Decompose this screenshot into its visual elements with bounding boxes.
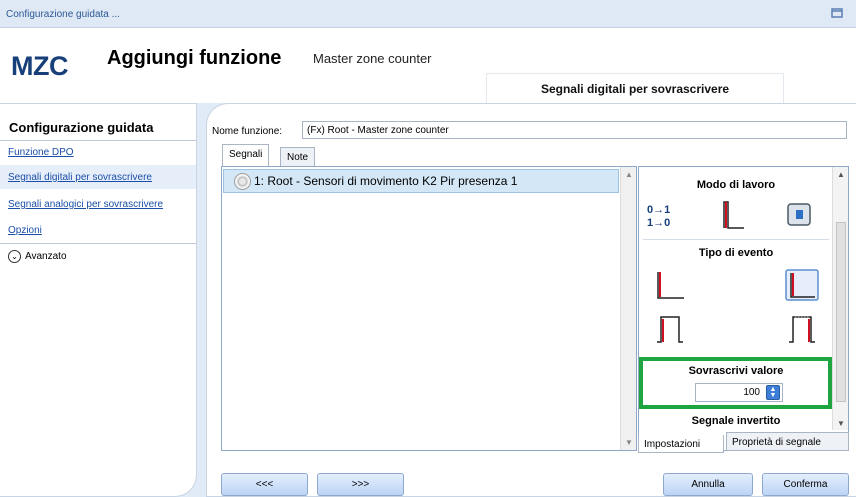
signal-row[interactable]: 1: Root - Sensori di movimento K2 Pir pr… (223, 169, 619, 193)
confirm-button[interactable]: Conferma (762, 473, 849, 496)
sidebar: Configurazione guidata Funzione DPO Segn… (0, 103, 197, 497)
tab-note[interactable]: Note (280, 147, 316, 167)
page-title: Aggiungi funzione (107, 47, 282, 69)
svg-text:1→0: 1→0 (647, 217, 670, 229)
tab-segnali[interactable]: Segnali (222, 144, 270, 167)
signal-label: 1: Root - Sensori di movimento K2 Pir pr… (254, 174, 518, 188)
maximize-icon[interactable] (826, 5, 848, 21)
pulse-icon[interactable] (653, 313, 687, 345)
window-title: Configurazione guidata ... (6, 9, 120, 20)
signals-list: 1: Root - Sensori di movimento K2 Pir pr… (221, 166, 637, 451)
page-subtitle: Master zone counter (313, 51, 432, 66)
sidebar-item-opzioni[interactable]: Opzioni (8, 225, 42, 236)
next-button[interactable]: >>> (317, 473, 404, 496)
sidebar-title: Configurazione guidata (9, 120, 154, 135)
rising-edge-icon[interactable] (717, 199, 751, 231)
sidebar-divider-advanced (0, 243, 196, 244)
sidebar-item-segnali-digitali[interactable]: Segnali digitali per sovrascrivere (8, 172, 152, 183)
advanced-label: Avanzato (25, 251, 67, 262)
sidebar-item-funzione-dpo[interactable]: Funzione DPO (8, 147, 74, 158)
spinner-icon[interactable]: ▲ ▼ (766, 385, 780, 400)
level-high-icon[interactable] (785, 269, 819, 301)
sidebar-item-segnali-analogici[interactable]: Segnali analogici per sovrascrivere (8, 199, 163, 210)
work-mode-header: Modo di lavoro (696, 179, 776, 191)
toggle-01-icon[interactable]: 0→1 1→0 (643, 199, 677, 231)
window-titlebar: Configurazione guidata ... (0, 0, 856, 28)
properties-scrollbar[interactable]: ▲ ▼ (832, 167, 848, 430)
tab-impostazioni[interactable]: Impostazioni (638, 435, 724, 453)
svg-text:0→1: 0→1 (647, 204, 670, 216)
scroll-down-icon[interactable]: ▼ (837, 419, 845, 428)
level-low-icon[interactable] (653, 269, 687, 301)
step-title: Segnali digitali per sovrascrivere (486, 73, 784, 103)
function-name-field[interactable]: (Fx) Root - Master zone counter (302, 121, 847, 139)
function-name-label: Nome funzione: (212, 126, 283, 137)
scroll-down-icon[interactable]: ▼ (625, 438, 633, 447)
scroll-up-icon[interactable]: ▲ (837, 170, 845, 179)
chevron-down-icon: ⌄ (8, 250, 21, 263)
pulse-dotted-icon[interactable] (785, 313, 819, 345)
event-type-header: Tipo di evento (698, 247, 774, 259)
signal-state-icon (234, 172, 251, 190)
scroll-up-icon[interactable]: ▲ (625, 170, 633, 179)
signals-scrollbar[interactable]: ▲ ▼ (620, 167, 636, 450)
advanced-toggle[interactable]: ⌄ Avanzato (8, 250, 67, 263)
back-button[interactable]: <<< (221, 473, 308, 496)
inverted-signal-header: Segnale invertito (691, 415, 781, 427)
scrollbar-thumb[interactable] (836, 222, 846, 402)
tab-proprieta-segnale[interactable]: Proprietà di segnale (726, 432, 849, 451)
cancel-button[interactable]: Annulla (663, 473, 753, 496)
app-logo: MZC (11, 51, 68, 81)
sidebar-divider (0, 140, 196, 141)
device-icon[interactable] (782, 199, 816, 231)
props-divider (643, 239, 829, 240)
